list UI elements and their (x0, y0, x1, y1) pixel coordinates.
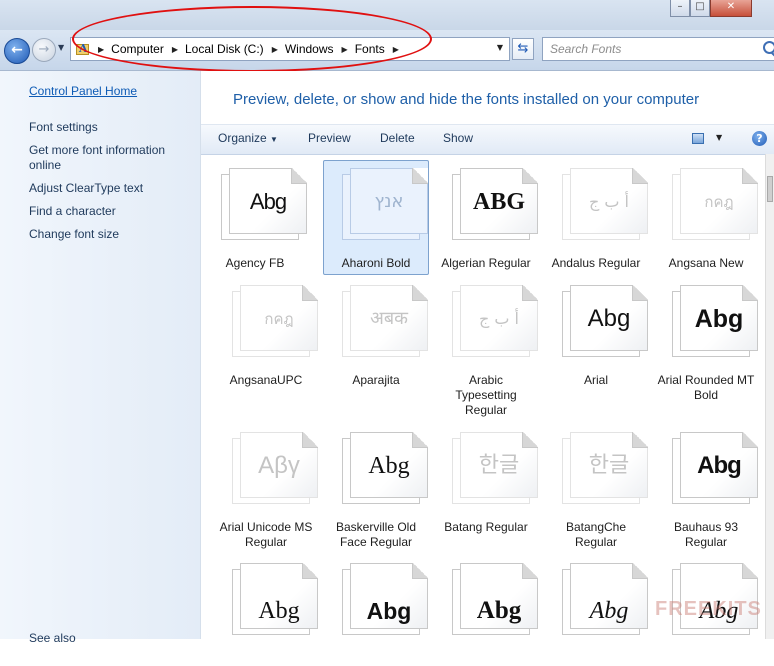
find-character-link[interactable]: Find a character (29, 204, 189, 219)
search-input[interactable]: Search Fonts (550, 42, 621, 56)
font-name: Arial (583, 373, 608, 387)
chevron-right-icon[interactable]: ▶ (342, 45, 348, 54)
font-preview-icon: 한글 (562, 432, 648, 504)
change-font-size-link[interactable]: Change font size (29, 227, 189, 242)
page-heading: Preview, delete, or show and hide the fo… (233, 91, 700, 108)
main-pane: Preview, delete, or show and hide the fo… (201, 71, 774, 639)
navigation-bar: ← → ▼ A ▶ Computer ▶ Local Disk (C:) ▶ W… (0, 30, 774, 71)
change-view-icon[interactable] (692, 133, 704, 144)
address-history-dropdown-icon[interactable]: ▼ (497, 43, 503, 52)
font-preview-icon: Abg (221, 168, 307, 240)
window-controls: – □ ✕ (670, 0, 752, 17)
font-preview-icon: 한글 (452, 432, 538, 504)
scrollbar-thumb[interactable] (767, 176, 773, 202)
font-preview-icon: أ ب ج (452, 285, 538, 357)
title-bar: – □ ✕ (0, 0, 774, 30)
font-name: Arabic Typesetting Regular (455, 373, 517, 417)
chevron-right-icon[interactable]: ▶ (172, 45, 178, 54)
search-box[interactable]: Search Fonts (542, 37, 774, 61)
font-name: Angsana New (668, 256, 744, 270)
refresh-button[interactable]: ⇆ (512, 38, 534, 60)
help-icon[interactable]: ? (752, 131, 767, 146)
organize-menu[interactable]: Organize ▼ (218, 131, 278, 145)
vertical-scrollbar[interactable] (765, 154, 774, 639)
delete-button[interactable]: Delete (380, 131, 415, 145)
font-preview-icon: Abg (452, 563, 538, 635)
font-name: Batang Regular (444, 520, 528, 534)
preview-button[interactable]: Preview (308, 131, 351, 145)
recent-pages-dropdown-icon[interactable]: ▼ (58, 43, 64, 52)
font-preview-icon: Abg (672, 432, 758, 504)
font-name: Andalus Regular (551, 256, 641, 270)
font-settings-link[interactable]: Font settings (29, 120, 189, 135)
font-name: Algerian Regular (441, 256, 531, 270)
breadcrumb-windows[interactable]: Windows (285, 42, 334, 56)
font-name: Agency FB (225, 256, 285, 270)
font-preview-icon: אנץ (342, 168, 428, 240)
font-preview-icon: Αβγ (232, 432, 318, 504)
see-also-heading: See also (29, 631, 76, 645)
refresh-icon: ⇆ (517, 41, 529, 56)
font-preview-icon: Abg (342, 563, 428, 635)
font-name: Aharoni Bold (341, 256, 411, 270)
font-preview-icon: Abg (232, 563, 318, 635)
close-button[interactable]: ✕ (710, 0, 752, 17)
address-bar[interactable]: A ▶ Computer ▶ Local Disk (C:) ▶ Windows… (70, 37, 510, 61)
more-font-info-link[interactable]: Get more font information online (29, 143, 179, 173)
font-preview-icon: กคฎ (672, 168, 758, 240)
font-preview-icon: أ ب ج (562, 168, 648, 240)
font-name: Arial Rounded MT Bold (657, 373, 755, 402)
show-button[interactable]: Show (443, 131, 473, 145)
font-preview-icon: Abg (562, 563, 648, 635)
breadcrumb-computer[interactable]: Computer (111, 42, 164, 56)
font-preview-icon: Abg (342, 432, 428, 504)
back-button[interactable]: ← (4, 38, 30, 64)
fonts-folder-icon: A (76, 42, 90, 56)
font-preview-icon: กคฎ (232, 285, 318, 357)
font-name: BatangChe Regular (565, 520, 627, 549)
cleartype-link[interactable]: Adjust ClearType text (29, 181, 189, 196)
search-icon[interactable] (763, 41, 774, 54)
view-options-dropdown-icon[interactable]: ▼ (716, 133, 722, 142)
chevron-right-icon[interactable]: ▶ (393, 45, 399, 54)
control-panel-home-link[interactable]: Control Panel Home (29, 84, 189, 99)
minimize-button[interactable]: – (670, 0, 690, 17)
font-name: Bauhaus 93 Regular (673, 520, 739, 549)
left-pane: Control Panel Home Font settings Get mor… (0, 71, 201, 645)
font-preview-icon: अबक (342, 285, 428, 357)
chevron-right-icon[interactable]: ▶ (98, 45, 104, 54)
forward-button[interactable]: → (32, 38, 56, 62)
font-preview-icon: Abg (672, 285, 758, 357)
font-name: Baskerville Old Face Regular (335, 520, 417, 549)
chevron-down-icon: ▼ (270, 135, 278, 144)
font-preview-icon: ABG (452, 168, 538, 240)
watermark-logo: FREEKITS (655, 598, 762, 620)
breadcrumb-fonts[interactable]: Fonts (355, 42, 385, 56)
maximize-button[interactable]: □ (690, 0, 710, 17)
chevron-right-icon[interactable]: ▶ (272, 45, 278, 54)
font-preview-icon: Abg (562, 285, 648, 357)
font-name: Aparajita (352, 373, 400, 387)
font-name: Arial Unicode MS Regular (219, 520, 313, 549)
font-name: AngsanaUPC (229, 373, 303, 387)
command-bar: Organize ▼ Preview Delete Show ▼ ? (201, 124, 774, 155)
breadcrumb-local-disk[interactable]: Local Disk (C:) (185, 42, 264, 56)
